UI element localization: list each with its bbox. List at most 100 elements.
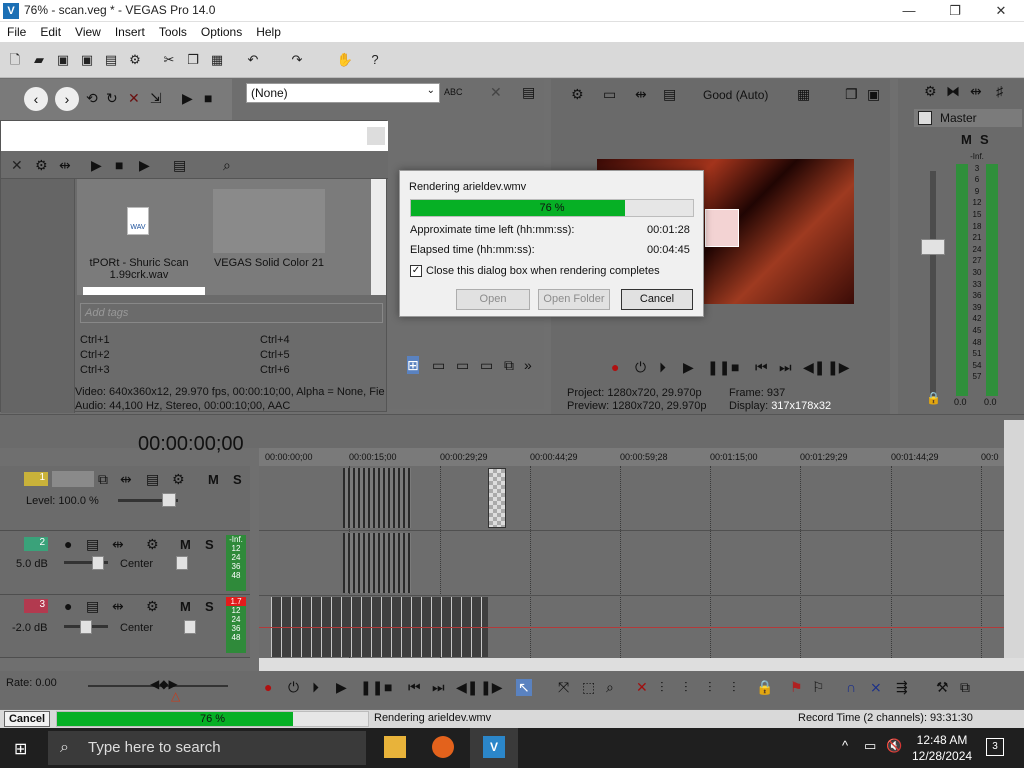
region-icon[interactable]: ⚐: [812, 679, 825, 696]
back-icon[interactable]: ‹: [24, 87, 48, 111]
loop-icon[interactable]: ⏻: [288, 679, 299, 696]
compositing-icon[interactable]: ▤: [146, 470, 159, 488]
track-fx-icon[interactable]: ⇹: [112, 535, 124, 553]
network-icon[interactable]: ▭: [864, 738, 876, 754]
preset-dropdown[interactable]: (None) ⌄: [246, 83, 440, 103]
track-mute-button[interactable]: M: [208, 472, 219, 487]
refresh-icon[interactable]: ↻: [106, 89, 118, 107]
video-event[interactable]: [488, 468, 506, 528]
media-item-label[interactable]: tPORt - Shuric Scan 1.99crk.wav: [83, 257, 195, 281]
layout4-icon[interactable]: ⧉: [504, 356, 514, 374]
grid-icon[interactable]: ▦: [797, 85, 810, 103]
envelope-tool-icon[interactable]: ⤧: [558, 679, 569, 696]
go-to-start-icon[interactable]: ⏮: [408, 679, 421, 696]
close-button[interactable]: ✕: [978, 0, 1024, 22]
play-icon[interactable]: ▶: [336, 679, 347, 696]
paste-icon[interactable]: ▦: [208, 51, 226, 69]
trim-start-icon[interactable]: ⫶: [660, 679, 664, 696]
open-button[interactable]: Open: [456, 289, 530, 310]
arm-record-icon[interactable]: ●: [64, 597, 72, 615]
taskbar-search[interactable]: ⌕ Type here to search: [48, 731, 366, 765]
save-as-icon[interactable]: ▣: [78, 51, 96, 69]
menu-help[interactable]: Help: [249, 22, 288, 39]
panel-menu-icon[interactable]: ▤: [522, 83, 535, 101]
track-mute-button[interactable]: M: [180, 599, 191, 614]
menu-view[interactable]: View: [68, 22, 108, 39]
shortcut-item[interactable]: Ctrl+3: [80, 363, 200, 378]
solid-color-thumbnail[interactable]: [213, 189, 325, 253]
master-solo-button[interactable]: S: [980, 132, 989, 147]
media-play-icon[interactable]: ▶: [91, 156, 102, 174]
media-stop-icon[interactable]: ■: [115, 156, 123, 174]
status-cancel-button[interactable]: Cancel: [4, 711, 50, 727]
track-settings-icon[interactable]: ⚙: [172, 470, 185, 488]
pan-slider[interactable]: [176, 556, 188, 570]
arm-record-icon[interactable]: ●: [64, 535, 72, 553]
next-frame-icon[interactable]: ❚▶: [827, 359, 850, 376]
master-fader[interactable]: [921, 239, 945, 255]
snap-icon[interactable]: ⊞: [407, 356, 419, 374]
open-folder-icon[interactable]: ▰: [30, 51, 48, 69]
menu-options[interactable]: Options: [194, 22, 249, 39]
vegas-taskbar-button[interactable]: V: [470, 728, 518, 768]
invert-phase-icon[interactable]: ▤: [86, 535, 99, 553]
shortcut-item[interactable]: Ctrl+5: [260, 348, 380, 363]
notifications-icon[interactable]: 3: [986, 738, 1004, 756]
track-motion-icon[interactable]: ⧉: [98, 470, 108, 488]
prev-frame-icon[interactable]: ◀❚: [456, 679, 479, 696]
timeline-vscrollbar[interactable]: [1004, 420, 1024, 658]
open-folder-button[interactable]: Open Folder: [538, 289, 610, 310]
zoom-tool-icon[interactable]: ⌕: [606, 679, 614, 696]
lock-icon[interactable]: 🔒: [756, 679, 773, 696]
new-file-icon[interactable]: 🗋: [6, 51, 24, 69]
file-explorer-icon[interactable]: [384, 736, 406, 758]
volume-slider[interactable]: [92, 556, 104, 570]
timeline-hscrollbar[interactable]: [259, 658, 1024, 671]
menu-file[interactable]: File: [0, 22, 33, 39]
shortcut-item[interactable]: Ctrl+2: [80, 348, 200, 363]
layout3-icon[interactable]: ▭: [480, 356, 493, 374]
spellcheck-icon[interactable]: ABC: [444, 83, 463, 101]
event-fx-icon[interactable]: ⧉: [960, 679, 970, 696]
track-name-field[interactable]: [52, 471, 94, 487]
delete-icon[interactable]: ✕: [128, 89, 140, 107]
stop-icon[interactable]: ■: [384, 679, 392, 695]
preview-quality[interactable]: Good (Auto): [703, 88, 768, 102]
record-icon[interactable]: ●: [611, 359, 619, 375]
firefox-icon[interactable]: [432, 736, 454, 758]
media-fx-icon[interactable]: ⇹: [59, 156, 71, 174]
track-solo-button[interactable]: S: [205, 537, 214, 552]
forward-icon[interactable]: ›: [55, 87, 79, 111]
mixer-icon[interactable]: ♯: [996, 82, 1003, 100]
volume-muted-icon[interactable]: 🔇: [886, 738, 902, 754]
master-automation-icon[interactable]: [918, 111, 932, 125]
record-icon[interactable]: ●: [264, 679, 272, 695]
track-settings-icon[interactable]: ⚙: [146, 535, 159, 553]
maximize-button[interactable]: ❐: [932, 0, 978, 22]
snapping-icon[interactable]: ∩: [846, 679, 856, 695]
play-icon[interactable]: ▶: [182, 89, 193, 107]
tags-input[interactable]: Add tags: [80, 303, 383, 323]
track-solo-button[interactable]: S: [205, 599, 214, 614]
chevron-up-icon[interactable]: ^: [842, 738, 848, 753]
wav-file-icon[interactable]: WAV: [127, 207, 149, 235]
media-autoplay-icon[interactable]: ▶: [139, 156, 150, 174]
timeline-ruler[interactable]: 00:00:00;00 00:00:15;00 00:00:29;29 00:0…: [259, 448, 1004, 466]
split-icon[interactable]: ⫶: [708, 679, 712, 696]
prev-frame-icon[interactable]: ◀❚: [803, 359, 826, 376]
cancel-button[interactable]: Cancel: [621, 289, 693, 310]
go-to-end-icon[interactable]: ⏭: [432, 679, 445, 696]
next-frame-icon[interactable]: ❚▶: [480, 679, 503, 696]
audio-event[interactable]: [343, 533, 411, 593]
master-fx-icon[interactable]: ⇹: [970, 82, 982, 100]
clock[interactable]: 12:48 AM 12/28/2024: [912, 732, 972, 764]
pause-icon[interactable]: ❚❚: [707, 359, 730, 376]
track-settings-icon[interactable]: ⚙: [146, 597, 159, 615]
stop-icon[interactable]: ■: [731, 359, 739, 375]
track-solo-button[interactable]: S: [233, 472, 242, 487]
trim-icon[interactable]: ⫶: [732, 679, 736, 696]
save-icon[interactable]: ▣: [54, 51, 72, 69]
normal-edit-tool-icon[interactable]: ↖: [516, 679, 532, 696]
menu-edit[interactable]: Edit: [33, 22, 68, 39]
remove-icon[interactable]: ✕: [490, 83, 502, 101]
